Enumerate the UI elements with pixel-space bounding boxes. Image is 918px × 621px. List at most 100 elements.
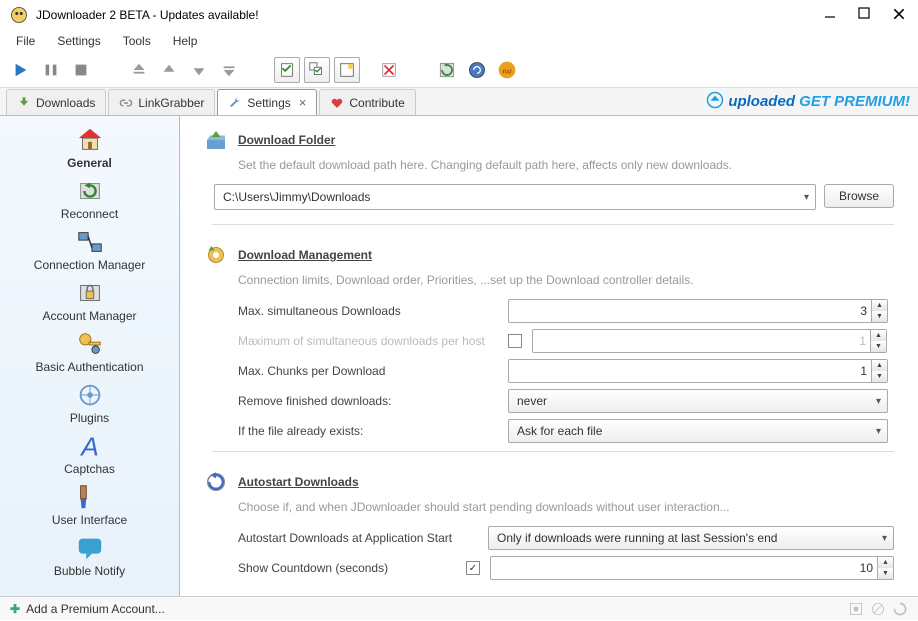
spinner-value: 1 (859, 334, 866, 348)
combo-value: Only if downloads were running at last S… (497, 531, 777, 545)
spin-up-icon[interactable]: ▲ (872, 360, 887, 371)
combo-value: never (517, 394, 547, 408)
max-chunks-label: Max. Chunks per Download (238, 364, 498, 378)
tab-label: LinkGrabber (138, 96, 204, 110)
premium-icon[interactable]: nu (494, 57, 520, 83)
move-up-icon[interactable] (156, 57, 182, 83)
plugin-icon (75, 380, 105, 410)
file-exists-combo[interactable]: Ask for each file (508, 419, 888, 443)
sidebar-label: Connection Manager (34, 258, 145, 272)
menu-file[interactable]: File (6, 31, 45, 51)
menu-tools[interactable]: Tools (113, 31, 161, 51)
spin-down-icon[interactable]: ▼ (872, 371, 887, 382)
add-account-link[interactable]: Add a Premium Account... (26, 602, 165, 616)
file-exists-label: If the file already exists: (238, 424, 498, 438)
brush-icon (75, 482, 105, 512)
sidebar-item-ui[interactable]: User Interface (0, 479, 179, 530)
play-icon[interactable] (8, 57, 34, 83)
check-one-icon[interactable] (334, 57, 360, 83)
browse-button[interactable]: Browse (824, 184, 894, 208)
sidebar-label: Account Manager (42, 309, 136, 323)
sidebar-label: User Interface (52, 513, 127, 527)
countdown-spinner[interactable]: 10 ▲▼ (490, 556, 894, 580)
max-per-host-spinner[interactable]: 1 ▲▼ (532, 329, 887, 353)
promo-banner[interactable]: uploaded GET PREMIUM! (706, 91, 910, 110)
stop-icon[interactable] (68, 57, 94, 83)
sidebar-item-captchas[interactable]: A Captchas (0, 428, 179, 479)
countdown-checkbox[interactable]: ✓ (466, 561, 480, 575)
spin-up-icon[interactable]: ▲ (878, 557, 893, 568)
spin-down-icon[interactable]: ▼ (878, 568, 893, 579)
sidebar-item-plugins[interactable]: Plugins (0, 377, 179, 428)
sidebar-label: Reconnect (61, 207, 118, 221)
spin-down-icon[interactable]: ▼ (871, 341, 886, 352)
plus-icon[interactable]: ✚ (10, 602, 20, 616)
wrench-icon (228, 96, 242, 110)
autostart-icon (204, 470, 228, 494)
sidebar-item-reconnect[interactable]: Reconnect (0, 173, 179, 224)
move-down-icon[interactable] (186, 57, 212, 83)
close-button[interactable] (892, 7, 908, 23)
sidebar-item-account[interactable]: Account Manager (0, 275, 179, 326)
spinner-value: 10 (860, 561, 873, 575)
check-all-icon[interactable] (304, 57, 330, 83)
svg-text:nu: nu (502, 66, 512, 75)
spinner-value: 1 (860, 364, 867, 378)
per-host-checkbox[interactable] (508, 334, 522, 348)
section-title: Download Folder (238, 133, 335, 147)
tab-downloads[interactable]: Downloads (6, 89, 106, 115)
menu-settings[interactable]: Settings (47, 31, 110, 51)
sidebar-label: Plugins (70, 411, 109, 425)
network-icon (75, 227, 105, 257)
download-path-value: C:\Users\Jimmy\Downloads (223, 190, 370, 204)
move-top-icon[interactable] (126, 57, 152, 83)
autostart-label: Autostart Downloads at Application Start (238, 531, 478, 545)
combo-value: Ask for each file (517, 424, 602, 438)
status-icon-1[interactable] (848, 601, 864, 617)
remove-finished-combo[interactable]: never (508, 389, 888, 413)
move-bottom-icon[interactable] (216, 57, 242, 83)
minimize-button[interactable] (824, 7, 840, 23)
svg-text:A: A (79, 431, 99, 461)
download-icon (17, 96, 31, 110)
home-icon (75, 125, 105, 155)
close-icon[interactable]: × (299, 95, 307, 110)
key-icon (75, 329, 105, 359)
heart-icon (330, 96, 344, 110)
remove-finished-label: Remove finished downloads: (238, 394, 498, 408)
spin-up-icon[interactable]: ▲ (872, 300, 887, 311)
maximize-button[interactable] (858, 7, 874, 23)
max-sim-label: Max. simultaneous Downloads (238, 304, 498, 318)
spin-down-icon[interactable]: ▼ (872, 311, 887, 322)
clipboard-icon[interactable] (274, 57, 300, 83)
update-icon[interactable] (434, 57, 460, 83)
lock-icon (75, 278, 105, 308)
sidebar-item-basicauth[interactable]: Basic Authentication (0, 326, 179, 377)
sidebar-item-connection[interactable]: Connection Manager (0, 224, 179, 275)
sidebar-label: General (67, 156, 112, 170)
sidebar-label: Basic Authentication (35, 360, 143, 374)
divider (212, 224, 894, 225)
status-icon-2[interactable] (870, 601, 886, 617)
window-title: JDownloader 2 BETA - Updates available! (36, 8, 824, 22)
gear-download-icon (204, 243, 228, 267)
status-icon-3[interactable] (892, 601, 908, 617)
tab-contribute[interactable]: Contribute (319, 89, 415, 115)
menu-help[interactable]: Help (163, 31, 208, 51)
tab-linkgrabber[interactable]: LinkGrabber (108, 89, 215, 115)
sidebar-item-general[interactable]: General (0, 122, 179, 173)
bubble-icon (75, 533, 105, 563)
clear-icon[interactable] (376, 57, 402, 83)
download-path-combo[interactable]: C:\Users\Jimmy\Downloads (214, 184, 816, 210)
max-chunks-spinner[interactable]: 1 ▲▼ (508, 359, 888, 383)
tab-label: Contribute (349, 96, 404, 110)
autostart-combo[interactable]: Only if downloads were running at last S… (488, 526, 894, 550)
sidebar-item-bubble[interactable]: Bubble Notify (0, 530, 179, 581)
spinner-value: 3 (860, 304, 867, 318)
pause-icon[interactable] (38, 57, 64, 83)
max-sim-spinner[interactable]: 3 ▲▼ (508, 299, 888, 323)
tab-settings[interactable]: Settings × (217, 89, 317, 115)
spin-up-icon[interactable]: ▲ (871, 330, 886, 341)
sidebar-label: Bubble Notify (54, 564, 125, 578)
reconnect-icon[interactable] (464, 57, 490, 83)
